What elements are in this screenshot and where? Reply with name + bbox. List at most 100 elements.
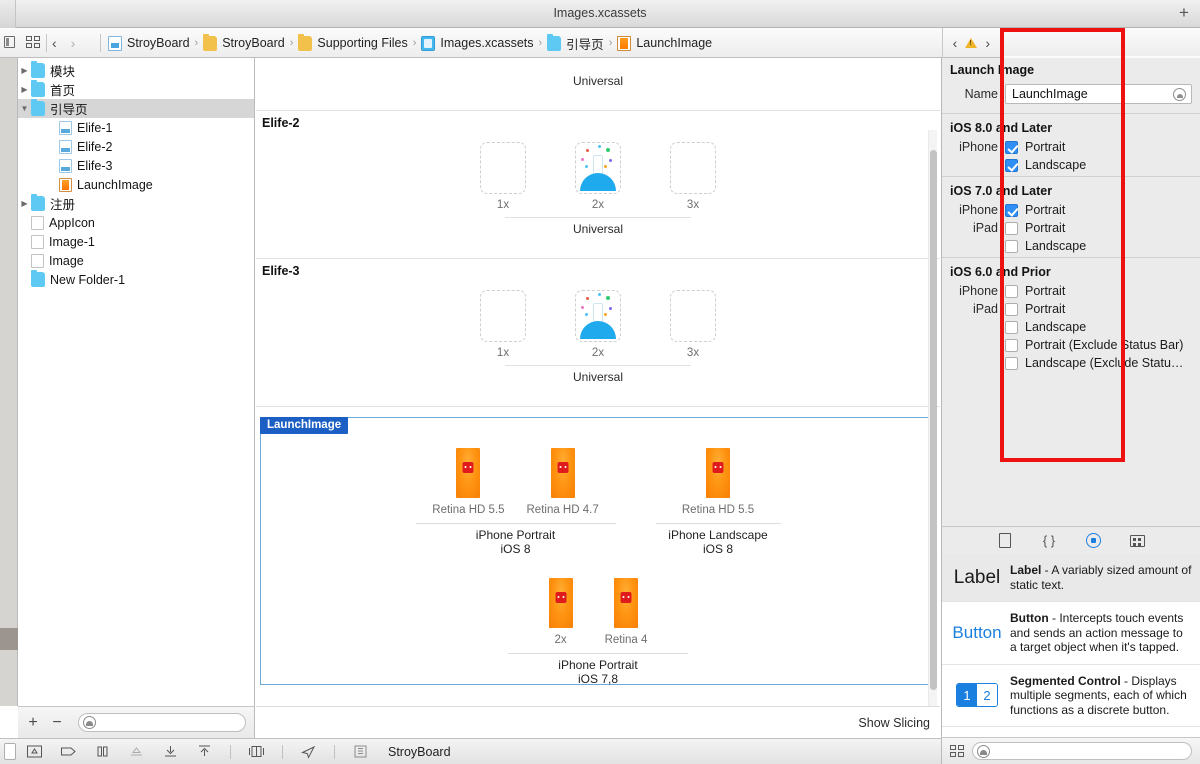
related-items-icon[interactable] xyxy=(26,36,40,49)
navigator-item-8[interactable]: AppIcon xyxy=(18,213,254,232)
navigator-item-3[interactable]: Elife-1 xyxy=(18,118,254,137)
asset-slot[interactable]: 1x xyxy=(475,142,531,211)
disclosure-triangle[interactable] xyxy=(18,66,31,75)
library-item-button[interactable]: Button Button - Intercepts touch events … xyxy=(942,602,1200,665)
attribute-option-row: iPad Portrait xyxy=(942,219,1200,237)
library-item-label[interactable]: Label Label - A variably sized amount of… xyxy=(942,554,1200,602)
launchimage-slot[interactable]: Retina HD 5.5 xyxy=(682,448,754,516)
pause-bars-icon[interactable] xyxy=(94,744,111,759)
asset-slot[interactable]: 2x xyxy=(570,142,626,211)
asset-drop-well[interactable] xyxy=(480,142,526,194)
forward-button[interactable]: › xyxy=(71,35,76,51)
jump-bar: ‹ › StroyBoard › StroyBoard › Supporting… xyxy=(0,28,1200,86)
attribute-checkbox[interactable] xyxy=(1005,203,1018,217)
asset-slot[interactable]: 3x xyxy=(665,290,721,359)
launchimage-slot[interactable]: 2x xyxy=(548,578,573,646)
asset-drop-well[interactable] xyxy=(575,142,621,194)
add-tab-button[interactable]: + xyxy=(1176,4,1192,22)
unembed-icon[interactable] xyxy=(128,744,145,759)
navigator-item-1[interactable]: 首页 xyxy=(18,80,254,99)
breadcrumb-item-supporting-files[interactable]: Supporting Files xyxy=(298,33,408,51)
next-issue-button[interactable]: › xyxy=(985,35,990,51)
editor-scrollbar[interactable] xyxy=(928,130,937,706)
align-icon[interactable] xyxy=(26,744,43,759)
navigate-icon[interactable] xyxy=(300,744,317,759)
media-library-tab[interactable] xyxy=(1127,532,1147,550)
asset-slot[interactable]: 3x xyxy=(665,142,721,211)
navigator-item-label: AppIcon xyxy=(49,215,95,230)
launchimage-slot[interactable]: Retina 4 xyxy=(605,578,647,646)
object-library-list[interactable]: Label Label - A variably sized amount of… xyxy=(941,554,1200,737)
scheme-icon[interactable] xyxy=(352,744,369,759)
tag-icon[interactable] xyxy=(60,744,77,759)
attribute-checkbox[interactable] xyxy=(1005,356,1018,370)
library-layout-toggle-icon[interactable] xyxy=(950,744,964,758)
attribute-checkbox[interactable] xyxy=(1005,158,1018,172)
resolve-autolayout-icon[interactable] xyxy=(248,744,265,759)
asset-drop-well[interactable] xyxy=(670,290,716,342)
attribute-checkbox[interactable] xyxy=(1005,239,1018,253)
breadcrumb-label: LaunchImage xyxy=(636,36,713,50)
align-top-icon[interactable] xyxy=(196,744,213,759)
breadcrumb-item-launchimage[interactable]: LaunchImage xyxy=(617,35,713,51)
name-input[interactable]: LaunchImage xyxy=(1005,84,1192,104)
asset-drop-well[interactable] xyxy=(575,290,621,342)
attribute-checkbox[interactable] xyxy=(1005,338,1018,352)
disclosure-triangle[interactable] xyxy=(18,104,31,113)
navigator-item-7[interactable]: 注册 xyxy=(18,194,254,213)
asset-catalog-editor[interactable]: Universal Elife-2 1x 2x 3x Universal Elife-3 1… xyxy=(256,58,940,706)
breadcrumb-item-project[interactable]: StroyBoard xyxy=(108,35,190,51)
navigator-item-0[interactable]: 模块 xyxy=(18,61,254,80)
asset-drop-well[interactable] xyxy=(480,290,526,342)
previous-issue-button[interactable]: ‹ xyxy=(953,35,958,51)
scheme-label[interactable]: StroyBoard xyxy=(388,745,451,759)
slot-caption: 2x xyxy=(554,634,567,646)
name-clear-icon[interactable] xyxy=(1173,88,1186,101)
launchimage-slot[interactable]: Retina HD 4.7 xyxy=(527,448,599,516)
attribute-checkbox[interactable] xyxy=(1005,140,1018,154)
navigator-toggle-icon[interactable] xyxy=(2,34,16,50)
attribute-checkbox[interactable] xyxy=(1005,302,1018,316)
asset-drop-well[interactable] xyxy=(670,142,716,194)
library-item-name: Label xyxy=(1010,563,1042,577)
breadcrumb-item-xcassets[interactable]: Images.xcassets xyxy=(421,35,534,51)
disclosure-triangle[interactable] xyxy=(18,85,31,94)
navigator-item-11[interactable]: New Folder-1 xyxy=(18,270,254,289)
object-library-tab[interactable] xyxy=(1083,532,1103,550)
align-bottom-icon[interactable] xyxy=(162,744,179,759)
library-item-segmented-control[interactable]: 1 2 Segmented Control - Displays multipl… xyxy=(942,665,1200,727)
disclosure-triangle[interactable] xyxy=(18,199,31,208)
warning-icon[interactable] xyxy=(965,38,978,48)
asset-slot[interactable]: 2x xyxy=(570,290,626,359)
breadcrumb-item-folder-cn[interactable]: 引导页 xyxy=(547,33,604,53)
launchimage-slot[interactable]: Retina HD 5.5 xyxy=(432,448,505,516)
file-template-library-tab[interactable] xyxy=(995,532,1015,550)
launchimage-thumbnail xyxy=(614,578,638,628)
navigator-item-4[interactable]: Elife-2 xyxy=(18,137,254,156)
launchimage-asset-card[interactable]: LaunchImage Retina HD 5.5 Retina HD 4.7 xyxy=(260,417,936,686)
attribute-sections: iOS 8.0 and Later iPhone Portrait Landscape… xyxy=(942,113,1200,372)
attribute-checkbox[interactable] xyxy=(1005,320,1018,334)
attribute-option-row: Portrait (Exclude Status Bar) xyxy=(942,336,1200,354)
navigator-filter-field[interactable] xyxy=(78,713,246,732)
navigator-item-9[interactable]: Image-1 xyxy=(18,232,254,251)
back-button[interactable]: ‹ xyxy=(52,35,57,51)
navigator-item-10[interactable]: Image xyxy=(18,251,254,270)
library-filter-field[interactable] xyxy=(972,742,1192,760)
navigator-item-5[interactable]: Elife-3 xyxy=(18,156,254,175)
asset-slot[interactable]: 1x xyxy=(475,290,531,359)
show-slicing-button[interactable]: Show Slicing xyxy=(858,716,930,730)
issue-navigation: ‹ › xyxy=(941,28,1000,58)
scrollbar-thumb[interactable] xyxy=(930,150,937,690)
breadcrumb-item-group[interactable]: StroyBoard xyxy=(203,33,285,51)
attribute-checkbox[interactable] xyxy=(1005,221,1018,235)
code-snippet-library-tab[interactable]: { } xyxy=(1039,532,1059,550)
project-navigator[interactable]: 模块首页引导页 Elife-1 Elife-2 Elife-3 LaunchImage注… xyxy=(18,58,255,706)
navigator-item-6[interactable]: LaunchImage xyxy=(18,175,254,194)
remove-asset-button[interactable]: − xyxy=(50,714,64,731)
add-asset-button[interactable]: + xyxy=(26,714,40,731)
empty-set-icon xyxy=(31,215,44,230)
attribute-checkbox[interactable] xyxy=(1005,284,1018,298)
asset-group-footer: Universal xyxy=(572,74,623,88)
navigator-item-2[interactable]: 引导页 xyxy=(18,99,254,118)
